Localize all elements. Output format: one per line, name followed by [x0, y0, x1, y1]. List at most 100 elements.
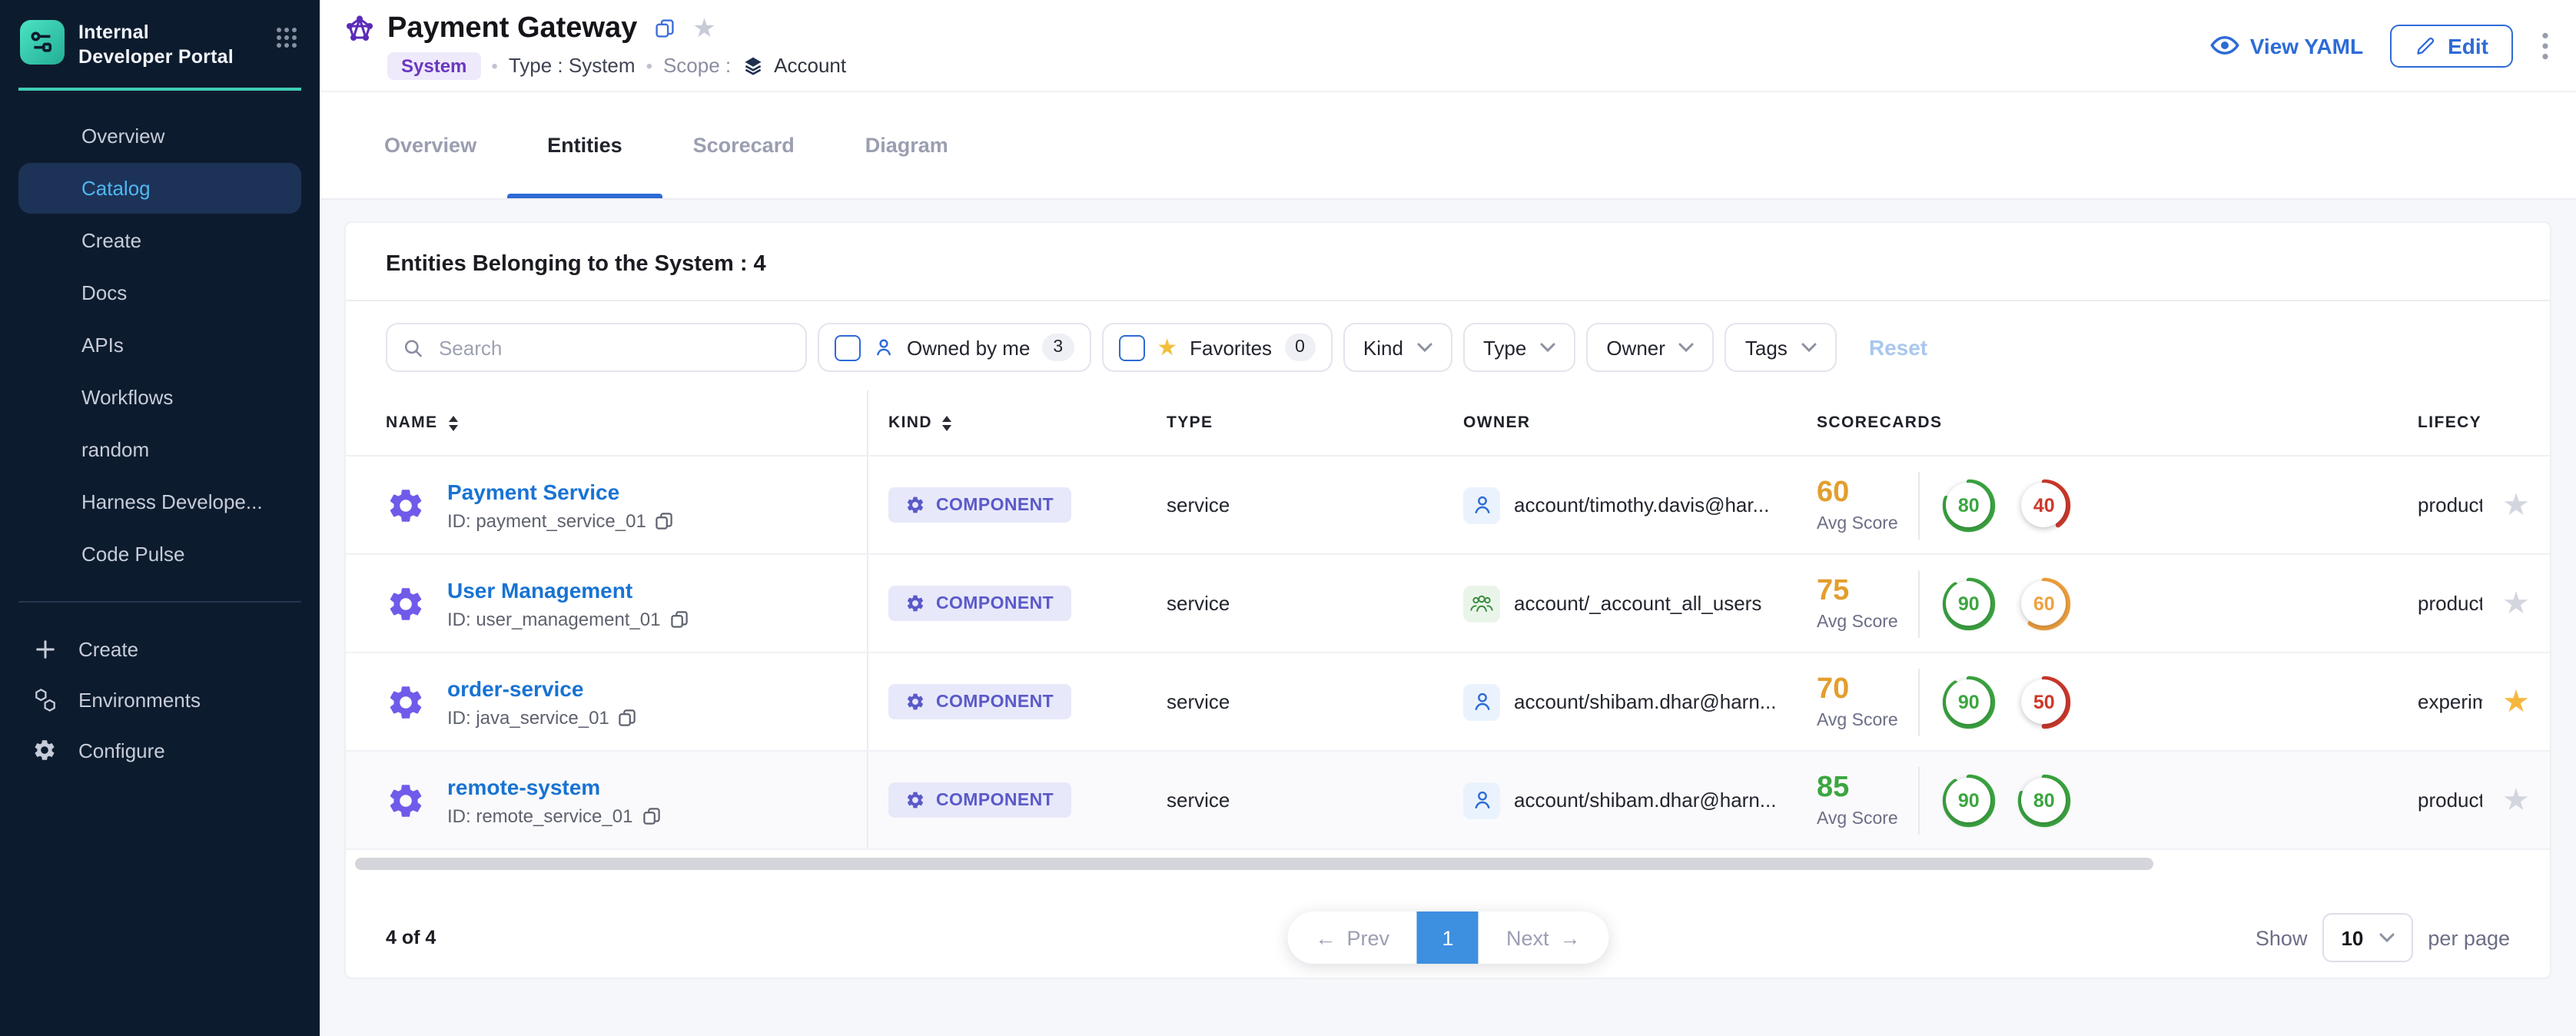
favorites-count: 0 — [1284, 334, 1316, 361]
kind-badge: System — [387, 51, 480, 79]
sidebar-accent-rule — [18, 87, 301, 90]
entities-card: Entities Belonging to the System : 4 — [344, 221, 2551, 979]
entity-name-link[interactable]: Payment Service — [447, 479, 674, 503]
entity-name-link[interactable]: order-service — [447, 676, 637, 700]
favorites-label: Favorites — [1190, 336, 1272, 359]
search-input[interactable] — [436, 334, 790, 360]
favorite-star-icon[interactable]: ★ — [692, 13, 716, 44]
horizontal-scrollbar[interactable] — [355, 858, 2153, 870]
prev-page-button[interactable]: ← Prev — [1287, 911, 1417, 964]
star-icon: ★ — [1157, 336, 1177, 359]
apps-grid-icon[interactable] — [275, 26, 298, 57]
sidebar-footer-item-environments[interactable]: Environments — [0, 674, 320, 725]
sidebar-item-create[interactable]: Create — [18, 214, 301, 265]
component-gear-icon — [905, 495, 925, 515]
score-gauge: 90 — [1940, 771, 1998, 829]
sidebar: Internal Developer Portal OverviewCatalo… — [0, 0, 320, 1036]
entity-name-link[interactable]: remote-system — [447, 774, 660, 799]
edit-button[interactable]: Edit — [2389, 24, 2513, 67]
sidebar-item-harness-develope[interactable]: Harness Develope... — [18, 476, 301, 526]
sidebar-item-workflows[interactable]: Workflows — [18, 371, 301, 422]
entities-table: NAMEKINDTYPEOWNERSCORECARDSLIFECYCLE Pay… — [346, 390, 2550, 870]
copy-icon[interactable] — [670, 609, 689, 628]
tab-entities[interactable]: Entities — [547, 92, 622, 198]
filter-dropdown-tags[interactable]: Tags — [1725, 323, 1837, 372]
sidebar-item-catalog[interactable]: Catalog — [18, 162, 301, 213]
group-icon — [1463, 585, 1500, 622]
table-footer: 4 of 4 ← Prev 1 Next → Show — [346, 910, 2550, 965]
page-title: Payment Gateway — [387, 12, 637, 45]
score-gauge: 90 — [1940, 672, 1998, 731]
sidebar-item-random[interactable]: random — [18, 423, 301, 474]
view-yaml-button[interactable]: View YAML — [2210, 33, 2363, 58]
sidebar-item-docs[interactable]: Docs — [18, 267, 301, 317]
table-row-user-management[interactable]: User Management ID: user_management_01 C… — [346, 555, 2550, 653]
type-meta: Type : System — [509, 54, 636, 77]
table-row-payment-service[interactable]: Payment Service ID: payment_service_01 C… — [346, 457, 2550, 555]
column-header-kind[interactable]: KIND — [868, 413, 1167, 432]
reset-filters-button[interactable]: Reset — [1869, 335, 1927, 360]
owned-by-me-filter[interactable]: Owned by me 3 — [818, 323, 1090, 372]
owned-by-me-count: 3 — [1042, 334, 1074, 361]
kind-cell: COMPONENT — [868, 684, 1167, 719]
filter-dropdown-type[interactable]: Type — [1463, 323, 1575, 372]
sidebar-item-apis[interactable]: APIs — [18, 319, 301, 370]
page-number-button[interactable]: 1 — [1417, 911, 1479, 964]
score-gauge: 80 — [2015, 771, 2073, 829]
page-header-actions: View YAML Edit — [2210, 24, 2551, 67]
component-gear-icon — [905, 692, 925, 712]
tab-overview[interactable]: Overview — [384, 92, 476, 198]
component-gear-icon — [905, 790, 925, 810]
sidebar-header: Internal Developer Portal — [0, 0, 320, 70]
chevron-down-icon — [1540, 343, 1555, 352]
entity-meta-row: System • Type : System • Scope : Account — [387, 51, 846, 79]
favorite-star[interactable]: ★ — [2482, 555, 2550, 652]
entity-id: ID: java_service_01 — [447, 706, 609, 728]
sidebar-item-overview[interactable]: Overview — [18, 110, 301, 161]
next-page-button[interactable]: Next → — [1479, 911, 1608, 964]
sidebar-item-code-pulse[interactable]: Code Pulse — [18, 528, 301, 579]
page-size-select[interactable]: 10 — [2322, 913, 2412, 962]
sort-icon[interactable] — [941, 414, 954, 431]
favorite-star[interactable]: ★ — [2482, 752, 2550, 848]
arrow-right-icon: → — [1560, 926, 1581, 949]
sidebar-footer-item-configure[interactable]: Configure — [0, 725, 320, 775]
copy-icon[interactable] — [654, 18, 674, 38]
more-options-kebab-icon[interactable] — [2539, 28, 2551, 62]
owned-by-me-checkbox[interactable] — [835, 334, 861, 360]
sidebar-divider — [18, 600, 301, 602]
page-size-control: Show 10 per page — [2256, 913, 2510, 962]
filter-dropdown-kind[interactable]: Kind — [1343, 323, 1452, 372]
entity-name-link[interactable]: User Management — [447, 577, 689, 602]
table-row-remote-system[interactable]: remote-system ID: remote_service_01 COMP… — [346, 752, 2550, 850]
avg-score-label: Avg Score — [1817, 809, 1898, 828]
favorite-star[interactable]: ★ — [2482, 653, 2550, 750]
favorite-star[interactable]: ★ — [2482, 457, 2550, 553]
favorites-checkbox[interactable] — [1118, 334, 1144, 360]
copy-icon[interactable] — [642, 806, 660, 825]
system-icon — [344, 13, 375, 44]
table-row-order-service[interactable]: order-service ID: java_service_01 COMPON… — [346, 653, 2550, 752]
score-gauge: 40 — [2015, 476, 2073, 534]
tab-diagram[interactable]: Diagram — [865, 92, 948, 198]
kind-cell: COMPONENT — [868, 586, 1167, 621]
harness-logo[interactable] — [20, 20, 65, 65]
divider — [1918, 471, 1920, 539]
sidebar-footer-item-create[interactable]: Create — [0, 623, 320, 674]
type-value: service — [1167, 690, 1463, 713]
entity-id: ID: payment_service_01 — [447, 510, 646, 531]
copy-icon[interactable] — [619, 708, 637, 726]
tab-scorecard[interactable]: Scorecard — [693, 92, 795, 198]
hexagons-icon — [31, 686, 58, 713]
column-header-name[interactable]: NAME — [346, 390, 868, 455]
column-header-scorecards: SCORECARDS — [1817, 413, 2418, 432]
copy-icon[interactable] — [656, 511, 674, 530]
type-value: service — [1167, 592, 1463, 615]
owner-cell: account/_account_all_users — [1463, 585, 1817, 622]
avg-score-value: 85 — [1817, 772, 1898, 802]
favorites-filter[interactable]: ★ Favorites 0 — [1101, 323, 1333, 372]
page-header-left: Payment Gateway ★ System • Type : System… — [344, 12, 846, 79]
sort-icon[interactable] — [446, 414, 459, 431]
filter-dropdown-owner[interactable]: Owner — [1586, 323, 1715, 372]
search-box[interactable] — [386, 323, 807, 372]
